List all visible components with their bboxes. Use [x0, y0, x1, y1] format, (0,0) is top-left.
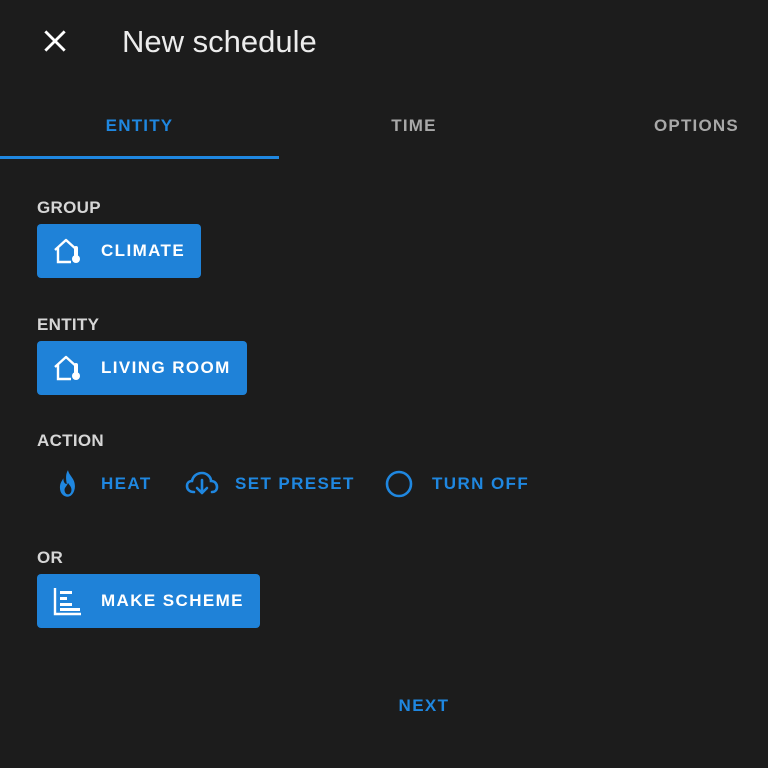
- action-heat[interactable]: HEAT: [51, 460, 152, 508]
- cloud-download-icon: [185, 467, 219, 501]
- close-button[interactable]: [34, 20, 76, 62]
- make-scheme-button[interactable]: MAKE SCHEME: [37, 574, 260, 628]
- entity-label: ENTITY: [37, 315, 100, 334]
- entity-chip-label: LIVING ROOM: [101, 358, 231, 377]
- or-label: OR: [37, 548, 64, 567]
- circle-outline-icon: [382, 467, 416, 501]
- group-label: GROUP: [37, 198, 101, 217]
- action-set-preset-label: SET PRESET: [235, 474, 355, 493]
- action-label: ACTION: [37, 431, 104, 450]
- dialog-title: New schedule: [122, 24, 317, 59]
- tab-time[interactable]: TIME: [279, 94, 549, 158]
- action-list: HEAT SET PRESET TURN OFF: [37, 460, 637, 508]
- action-heat-label: HEAT: [101, 474, 152, 493]
- group-climate-chip[interactable]: CLIMATE: [37, 224, 202, 278]
- dialog-header: New schedule: [0, 0, 768, 84]
- group-chip-label: CLIMATE: [101, 241, 186, 260]
- close-icon: [44, 30, 66, 52]
- action-set-preset[interactable]: SET PRESET: [185, 460, 355, 508]
- next-button[interactable]: NEXT: [384, 686, 464, 726]
- make-scheme-label: MAKE SCHEME: [101, 591, 244, 610]
- action-turn-off[interactable]: TURN OFF: [382, 460, 529, 508]
- home-thermometer-icon: [51, 351, 85, 385]
- tab-options[interactable]: OPTIONS: [549, 94, 768, 158]
- new-schedule-dialog: New schedule ENTITY TIME OPTIONS GROUP C…: [0, 0, 768, 768]
- active-tab-indicator: [0, 156, 279, 159]
- tab-entity[interactable]: ENTITY: [0, 94, 279, 158]
- fire-icon: [51, 467, 85, 501]
- tab-bar: ENTITY TIME OPTIONS: [0, 94, 768, 160]
- entity-living-room-chip[interactable]: LIVING ROOM: [37, 341, 247, 395]
- action-turn-off-label: TURN OFF: [432, 474, 530, 493]
- home-thermometer-icon: [51, 234, 85, 268]
- chart-timeline-icon: [51, 584, 85, 618]
